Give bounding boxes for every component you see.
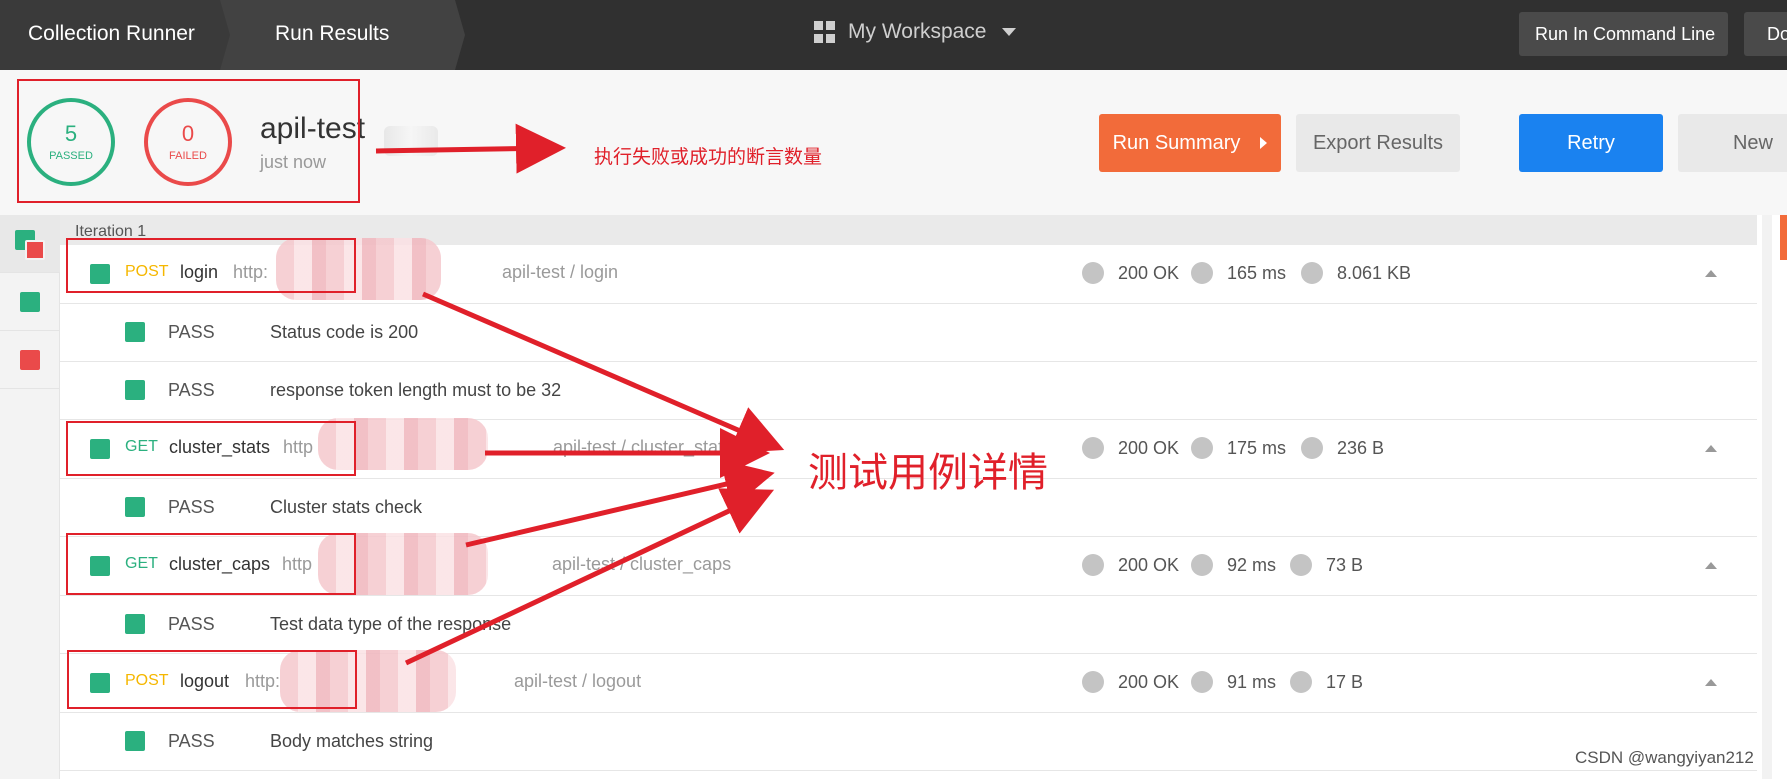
response-status-text: 200 OK xyxy=(1118,554,1180,575)
annotation-box-cluster-stats xyxy=(66,421,356,476)
collapse-icon[interactable] xyxy=(1705,562,1717,569)
response-size-text: 17 B xyxy=(1326,671,1364,692)
workspace-label: My Workspace xyxy=(848,20,987,43)
gutter-pass-filter[interactable] xyxy=(0,273,60,331)
fail-status-icon xyxy=(25,240,45,260)
assertion-row: PASS Status code is 200 xyxy=(60,304,1757,362)
pass-status-icon xyxy=(20,292,40,312)
assertion-name: Cluster stats check xyxy=(270,497,423,517)
new-button[interactable]: New xyxy=(1678,114,1787,172)
response-status: 200 OK xyxy=(1082,262,1179,284)
workspace-selector[interactable]: My Workspace xyxy=(814,20,1017,44)
assertion-row: PASS Body matches string xyxy=(60,713,1757,771)
gutter-iteration-1[interactable] xyxy=(0,215,60,273)
assertion-result: PASS xyxy=(168,322,215,342)
response-time: 175 ms xyxy=(1191,437,1286,459)
annotation-test-case-detail: 测试用例详情 xyxy=(808,451,1048,495)
workspace-grid-icon xyxy=(814,21,836,43)
response-status: 200 OK xyxy=(1082,554,1179,576)
breadcrumb-collection-runner-label[interactable]: Collection Runner xyxy=(28,22,195,46)
annotation-box-summary xyxy=(17,79,360,203)
play-icon xyxy=(1260,137,1268,149)
export-results-button[interactable]: Export Results xyxy=(1296,114,1460,172)
request-path: apil-test / cluster_caps xyxy=(552,554,732,574)
pass-status-icon xyxy=(125,614,145,634)
assertion-result: PASS xyxy=(168,497,215,517)
chevron-down-icon xyxy=(1002,28,1017,36)
assertion-result: PASS xyxy=(168,380,215,400)
assertion-row: PASS response token length must to be 32 xyxy=(60,362,1757,420)
assertion-name: Test data type of the response xyxy=(270,614,512,634)
watermark: CSDN @wangyiyan212 xyxy=(1575,748,1754,767)
scrollbar-thumb[interactable] xyxy=(1780,215,1787,260)
fail-status-icon xyxy=(20,350,40,370)
collapse-icon[interactable] xyxy=(1705,445,1717,452)
response-size: 17 B xyxy=(1290,671,1363,693)
request-path: apil-test / cluster_stats xyxy=(553,437,733,457)
assertion-name: Body matches string xyxy=(270,731,434,751)
response-time-text: 92 ms xyxy=(1227,554,1277,575)
pass-status-icon xyxy=(125,731,145,751)
response-status: 200 OK xyxy=(1082,437,1179,459)
request-path: apil-test / logout xyxy=(514,671,642,691)
iteration-gutter xyxy=(0,215,60,779)
response-size: 8.061 KB xyxy=(1301,262,1411,284)
pass-status-icon xyxy=(125,380,145,400)
run-summary-label: Run Summary xyxy=(1112,131,1241,154)
annotation-box-logout xyxy=(67,650,357,709)
response-status: 200 OK xyxy=(1082,671,1179,693)
gutter-fail-filter[interactable] xyxy=(0,331,60,389)
pass-status-icon xyxy=(125,497,145,517)
response-time: 91 ms xyxy=(1191,671,1276,693)
assertion-result: PASS xyxy=(168,731,215,751)
response-time-text: 91 ms xyxy=(1227,671,1277,692)
assertion-result: PASS xyxy=(168,614,215,634)
assertion-name: Status code is 200 xyxy=(270,322,419,342)
response-size-text: 73 B xyxy=(1326,554,1364,575)
response-status-text: 200 OK xyxy=(1118,262,1180,283)
pass-status-icon xyxy=(125,322,145,342)
response-size-text: 8.061 KB xyxy=(1337,262,1412,283)
response-time-text: 175 ms xyxy=(1227,437,1287,458)
request-path: apil-test / login xyxy=(502,262,619,282)
run-in-command-line-button[interactable]: Run In Command Line xyxy=(1519,12,1728,56)
docs-button[interactable]: Do xyxy=(1744,12,1787,56)
run-summary-button[interactable]: Run Summary xyxy=(1099,114,1281,172)
assertion-name: response token length must to be 32 xyxy=(270,380,562,400)
scrollbar-track[interactable] xyxy=(1762,215,1772,779)
annotation-assert-count: 执行失败或成功的断言数量 xyxy=(594,147,823,168)
response-size: 236 B xyxy=(1301,437,1384,459)
collapse-icon[interactable] xyxy=(1705,270,1717,277)
assertion-row: PASS Test data type of the response xyxy=(60,596,1757,654)
response-time: 92 ms xyxy=(1191,554,1276,576)
annotation-box-login xyxy=(66,238,356,293)
response-status-text: 200 OK xyxy=(1118,671,1180,692)
response-status-text: 200 OK xyxy=(1118,437,1180,458)
collapse-icon[interactable] xyxy=(1705,679,1717,686)
annotation-box-cluster-caps xyxy=(66,533,356,595)
response-time-text: 165 ms xyxy=(1227,262,1287,283)
response-size-text: 236 B xyxy=(1337,437,1385,458)
retry-button[interactable]: Retry xyxy=(1519,114,1663,172)
breadcrumb-run-results-label[interactable]: Run Results xyxy=(275,22,389,46)
response-size: 73 B xyxy=(1290,554,1363,576)
top-bar: Collection Runner Run Results My Workspa… xyxy=(0,0,1787,70)
redacted-region xyxy=(384,126,438,156)
response-time: 165 ms xyxy=(1191,262,1286,284)
